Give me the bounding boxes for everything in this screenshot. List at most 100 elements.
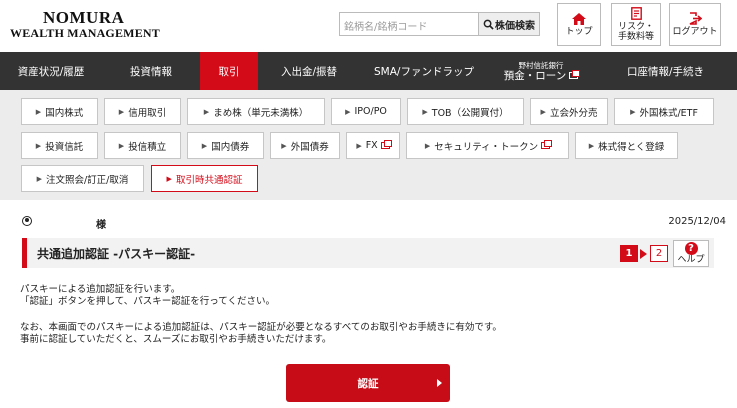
step-indicator-next: 2 <box>650 245 668 262</box>
subnav-label: 国内株式 <box>45 107 84 119</box>
subnav-stock-benefit[interactable]: ▶ 株式得とく登録 <box>575 132 678 159</box>
nav-label: SMA/ファンドラップ <box>374 65 474 78</box>
note-line: 事前に認証していただくと、スムーズにお取引やお手続きいただけます。 <box>20 334 332 345</box>
subnav-security-token[interactable]: ▶ セキュリティ・トークン <box>406 132 569 159</box>
step-arrow-icon <box>640 249 647 259</box>
risk-fees-label: リスク・ 手数料等 <box>617 22 654 42</box>
search-icon <box>483 19 494 30</box>
nav-label: 取引 <box>218 65 240 78</box>
nav-item-investment-info[interactable]: 投資情報 <box>102 52 200 90</box>
subnav-label: 投資信託 <box>45 141 84 153</box>
arrow-right-icon: ▶ <box>345 107 351 116</box>
instruction-line: 「認証」ボタンを押して、パスキー認証を行ってください。 <box>20 296 275 307</box>
arrow-right-icon: ▶ <box>630 107 636 116</box>
arrow-right-icon: ▶ <box>36 174 42 183</box>
subnav-label: 立会外分売 <box>549 107 598 119</box>
authenticate-button-label: 認証 <box>357 377 379 390</box>
home-icon <box>572 12 586 25</box>
arrow-right-icon: ▶ <box>424 141 431 150</box>
subnav-label: 外国株式/ETF <box>639 107 698 119</box>
sub-nav: ▶ 国内株式 ▶ 信用取引 ▶ まめ株（単元未満株） ▶ IPO/PO ▶ TOB（公開買… <box>0 90 737 200</box>
subnav-off-floor[interactable]: ▶ 立会外分売 <box>530 98 608 125</box>
arrow-right-icon: ▶ <box>201 141 208 150</box>
search-input[interactable]: 銘柄名/銘柄コード <box>339 12 479 36</box>
subnav-label: TOB（公開買付） <box>431 107 509 119</box>
external-link-icon <box>541 140 553 149</box>
page-title: 共通追加認証 -パスキー認証- <box>37 247 196 261</box>
nav-item-trade[interactable]: 取引 <box>200 52 258 90</box>
authenticate-button[interactable]: 認証 <box>286 364 450 402</box>
header: NOMURA WEALTH MANAGEMENT 銘柄名/銘柄コード 株価検索 … <box>0 0 737 52</box>
logout-label: ログアウト <box>672 27 718 37</box>
logout-button[interactable]: ログアウト <box>669 3 721 46</box>
external-link-icon <box>380 140 392 149</box>
nav-label: 資産状況/履歴 <box>17 65 85 78</box>
subnav-tob[interactable]: ▶ TOB（公開買付） <box>407 98 524 125</box>
arrow-right-icon: ▶ <box>166 174 172 183</box>
question-icon: ? <box>684 242 698 255</box>
nav-label: 入出金/振替 <box>280 65 338 78</box>
arrow-right-icon: ▶ <box>35 141 42 150</box>
instruction-text: パスキーによる追加認証を行います。 「認証」ボタンを押して、パスキー認証を行って… <box>20 284 275 308</box>
nav-item-assets[interactable]: 資産状況/履歴 <box>0 52 102 90</box>
top-button[interactable]: トップ <box>557 3 601 46</box>
logo-line1: NOMURA <box>43 8 125 27</box>
logout-icon <box>689 12 702 25</box>
arrow-right-icon: ▶ <box>356 141 362 150</box>
subnav-trust-accumulation[interactable]: ▶ 投信積立 <box>104 132 181 159</box>
top-button-label: トップ <box>565 26 593 37</box>
user-row: 様 2025/12/04 <box>22 216 726 231</box>
subnav-label: 国内債券 <box>211 141 250 153</box>
subnav-label: IPO/PO <box>354 106 387 117</box>
document-icon <box>630 7 642 20</box>
main-nav: 資産状況/履歴 投資情報 取引 入出金/振替 SMA/ファンドラップ 野村信託銀… <box>0 52 737 90</box>
arrow-right-icon: ▶ <box>281 141 287 150</box>
nav-item-deposit-loan[interactable]: 野村信託銀行 預金・ローン <box>488 52 594 90</box>
stock-search-button[interactable]: 株価検索 <box>478 12 540 36</box>
nav-item-sma-fundwrap[interactable]: SMA/ファンドラップ <box>360 52 488 90</box>
arrow-right-icon: ▶ <box>540 107 546 116</box>
step-indicator-current: 1 <box>620 245 638 262</box>
subnav-label: まめ株（単元未満株） <box>213 107 309 119</box>
subnav-investment-trust[interactable]: ▶ 投資信託 <box>21 132 98 159</box>
subnav-fx[interactable]: ▶ FX <box>346 132 400 159</box>
arrow-right-icon <box>437 379 442 387</box>
subnav-label: 外国債券 <box>290 141 329 153</box>
nav-label: 預金・ローン <box>503 70 567 82</box>
subnav-foreign-bonds[interactable]: ▶ 外国債券 <box>270 132 340 159</box>
logo-line2: WEALTH MANAGEMENT <box>10 26 160 40</box>
subnav-ipo-po[interactable]: ▶ IPO/PO <box>331 98 401 125</box>
instruction-line: パスキーによる追加認証を行います。 <box>20 284 181 295</box>
subnav-label: 投信積立 <box>128 141 167 153</box>
subnav-label: 株式得とく登録 <box>598 141 665 153</box>
subnav-label: 信用取引 <box>128 107 167 119</box>
subnav-label: 注文照会/訂正/取消 <box>45 174 129 186</box>
search-button-label: 株価検索 <box>495 20 535 32</box>
nav-item-deposit-transfer[interactable]: 入出金/振替 <box>258 52 360 90</box>
subnav-foreign-stocks[interactable]: ▶ 外国株式/ETF <box>614 98 714 125</box>
page-title-bar: 共通追加認証 -パスキー認証- <box>22 238 714 268</box>
subnav-margin-trading[interactable]: ▶ 信用取引 <box>104 98 181 125</box>
help-label: ヘルプ <box>677 255 705 265</box>
arrow-right-icon: ▶ <box>422 107 428 116</box>
subnav-common-authentication[interactable]: ▶ 取引時共通認証 <box>151 165 258 192</box>
nav-label: 投資情報 <box>130 65 172 78</box>
current-date: 2025/12/04 <box>668 216 726 227</box>
help-button[interactable]: ? ヘルプ <box>673 240 709 267</box>
nav-item-account-info[interactable]: 口座情報/手続き <box>594 52 737 90</box>
subnav-domestic-stocks[interactable]: ▶ 国内株式 <box>21 98 98 125</box>
arrow-right-icon: ▶ <box>35 107 42 116</box>
subnav-order-inquiry[interactable]: ▶ 注文照会/訂正/取消 <box>21 165 144 192</box>
note-text: なお、本画面でのパスキーによる追加認証は、パスキー認証が必要となるすべてのお取引… <box>20 322 502 346</box>
subnav-label: FX <box>365 140 378 151</box>
subnav-domestic-bonds[interactable]: ▶ 国内債券 <box>187 132 264 159</box>
user-icon <box>22 216 32 226</box>
nav-label: 口座情報/手続き <box>626 65 705 78</box>
user-name-suffix: 様 <box>96 220 106 231</box>
arrow-right-icon: ▶ <box>118 141 125 150</box>
subnav-odd-lot[interactable]: ▶ まめ株（単元未満株） <box>187 98 325 125</box>
note-line: なお、本画面でのパスキーによる追加認証は、パスキー認証が必要となるすべてのお取引… <box>20 322 502 333</box>
risk-fees-button[interactable]: リスク・ 手数料等 <box>611 3 661 46</box>
nomura-logo[interactable]: NOMURA WEALTH MANAGEMENT <box>10 8 160 40</box>
external-link-icon <box>569 70 581 79</box>
